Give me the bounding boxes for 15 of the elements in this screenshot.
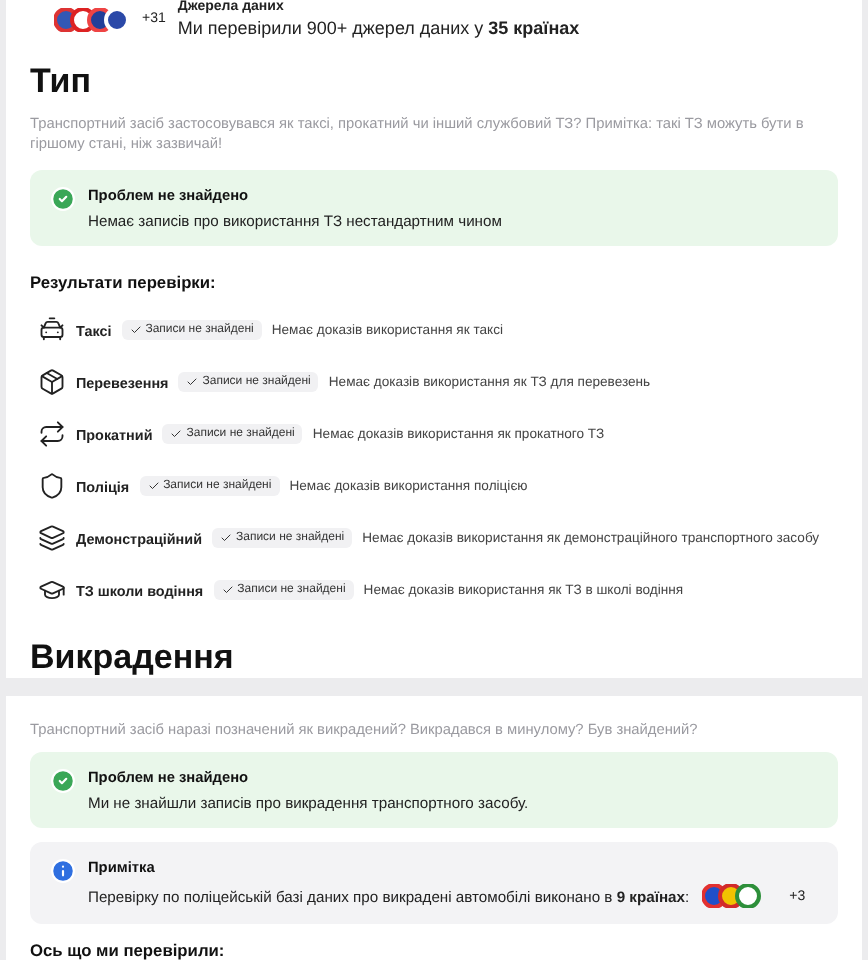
category-icon	[38, 368, 66, 396]
check-circle-icon	[50, 768, 76, 794]
results-title: Результати перевірки:	[30, 272, 218, 292]
info-icon	[50, 858, 76, 884]
checked-title: Ось що ми перевірили:	[30, 940, 227, 960]
flags-icon	[54, 7, 130, 31]
check-circle-icon	[50, 186, 76, 212]
category-icon	[38, 576, 66, 604]
category-icon	[38, 524, 66, 552]
sources-text: Ми перевірили 900+ джерел даних у 35 країнах	[177, 18, 580, 38]
category-icon	[38, 420, 66, 448]
category-icon	[38, 472, 66, 500]
section-title: Викрадення	[30, 638, 236, 678]
category-icon	[38, 316, 66, 344]
section-title: Тип	[30, 62, 93, 102]
